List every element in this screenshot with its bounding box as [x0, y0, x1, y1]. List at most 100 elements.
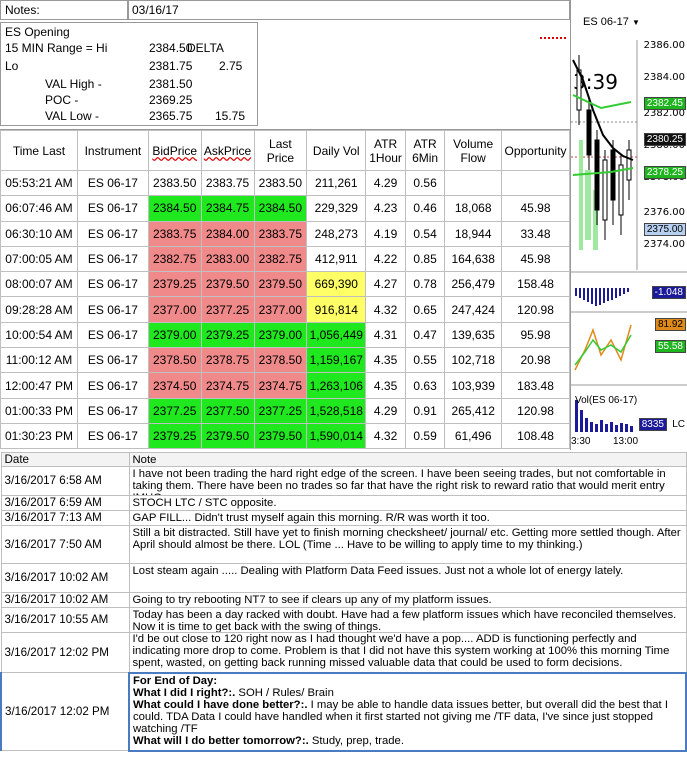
journal-row[interactable]: 3/16/2017 10:55 AM Today has been a day r…: [0, 607, 687, 633]
table-row[interactable]: 12:00:47 PM ES 06-17 2374.50 2374.75 2374.75…: [0, 372, 570, 399]
table-row[interactable]: 05:53:21 AM ES 06-17 2383.50 2383.75 2383.50…: [0, 169, 570, 197]
journal-note[interactable]: GAP FILL... Didn't trust myself again th…: [128, 510, 687, 526]
atr1-cell: 4.23: [365, 195, 406, 222]
last-cell: 2379.50: [253, 271, 308, 298]
time-cell: 06:30:10 AM: [0, 220, 78, 247]
journal-row-summary[interactable]: 3/16/2017 12:02 PM For End of Day: What I …: [0, 671, 687, 752]
journal-header: Date Note: [0, 452, 687, 467]
journal-row[interactable]: 3/16/2017 10:02 AM Lost steam again .....…: [0, 563, 687, 593]
col-date[interactable]: Date: [0, 452, 130, 467]
journal-row[interactable]: 3/16/2017 6:58 AM I have not been trading…: [0, 466, 687, 496]
atr1-cell: 4.35: [365, 372, 406, 399]
x-label: 13:00: [613, 436, 639, 447]
col-ask[interactable]: AskPrice: [200, 130, 255, 171]
bid-cell: 2379.25: [147, 271, 202, 298]
table-row[interactable]: 06:07:46 AM ES 06-17 2384.50 2384.75 2384.50…: [0, 195, 570, 222]
price-chart[interactable]: ES 06-17 ▼ 3:39 2386.00 2384.00 2382.00 …: [570, 0, 687, 450]
last-cell: 2382.75: [253, 245, 308, 273]
volume-flow-cell: 61,496: [444, 422, 503, 450]
range-lo-label: Lo: [5, 59, 19, 73]
atr6-cell: 0.85: [404, 245, 446, 273]
ask-cell: 2383.75: [200, 169, 255, 197]
col-ask-label: AskPrice: [203, 143, 252, 158]
instrument-cell: ES 06-17: [76, 321, 149, 349]
summary-text: For End of Day: What I did I right?:. SOH…: [133, 675, 682, 749]
journal-row[interactable]: 3/16/2017 7:13 AM GAP FILL... Didn't trus…: [0, 510, 687, 526]
spell-mark: [540, 36, 566, 39]
atr6-cell: 0.78: [404, 271, 446, 298]
table-row[interactable]: 07:00:05 AM ES 06-17 2382.75 2383.00 2382.75…: [0, 245, 570, 273]
journal-row[interactable]: 3/16/2017 10:02 AM Going to try rebooting…: [0, 592, 687, 608]
time-cell: 05:53:21 AM: [0, 169, 78, 197]
table-row[interactable]: 01:00:33 PM ES 06-17 2377.25 2377.50 2377.25…: [0, 397, 570, 424]
ask-cell: 2374.75: [200, 372, 255, 399]
daily-vol-cell: 229,329: [306, 195, 367, 222]
table-row[interactable]: 11:00:12 AM ES 06-17 2378.50 2378.75 2378.50…: [0, 347, 570, 374]
col-last[interactable]: Last Price: [253, 130, 308, 171]
atr6-cell: 0.47: [404, 321, 446, 349]
bid-cell: 2383.75: [147, 220, 202, 247]
table-row[interactable]: 01:30:23 PM ES 06-17 2379.25 2379.50 2379.50…: [0, 422, 570, 450]
volume-flow-cell: 164,638: [444, 245, 503, 273]
journal-date: 3/16/2017 12:02 PM: [0, 672, 130, 751]
q-right-answer: SOH / Rules/ Brain: [235, 686, 334, 699]
quote-table-header: Time Last Instrument BidPrice AskPrice L…: [0, 130, 570, 171]
val-high-value: 2381.50: [149, 77, 193, 91]
ask-cell: 2379.50: [200, 422, 255, 450]
journal-row[interactable]: 3/16/2017 7:50 AM Still a bit distracted.…: [0, 525, 687, 564]
journal-note[interactable]: I have not been trading the hard right e…: [128, 466, 687, 496]
q-right-label: What I did I right?:.: [133, 686, 236, 699]
journal-note[interactable]: Going to try rebooting NT7 to see if cle…: [128, 592, 687, 608]
journal-note[interactable]: STOCH LTC / STC opposite.: [128, 495, 687, 511]
table-row[interactable]: 06:30:10 AM ES 06-17 2383.75 2384.00 2383.75…: [0, 220, 570, 247]
journal-row[interactable]: 3/16/2017 12:02 PM I'd be out close to 12…: [0, 632, 687, 673]
instrument-cell: ES 06-17: [76, 169, 149, 197]
notes-date[interactable]: 03/16/17: [128, 0, 570, 20]
col-opportunity[interactable]: Opportunity: [501, 130, 570, 171]
col-note[interactable]: Note: [128, 452, 687, 467]
ask-cell: 2377.25: [200, 296, 255, 323]
instrument-cell: ES 06-17: [76, 296, 149, 323]
col-bid[interactable]: BidPrice: [147, 130, 202, 171]
time-cell: 09:28:28 AM: [0, 296, 78, 323]
col-time[interactable]: Time Last: [0, 130, 78, 171]
last-cell: 2384.50: [253, 195, 308, 222]
bid-cell: 2379.25: [147, 422, 202, 450]
atr6-cell: 0.65: [404, 296, 446, 323]
col-volume-flow[interactable]: Volume Flow: [444, 130, 503, 171]
time-cell: 12:00:47 PM: [0, 372, 78, 399]
opening-label: ES Opening: [5, 25, 70, 39]
x-label: 3:30: [571, 436, 591, 447]
opportunity-cell: 33.48: [501, 220, 570, 247]
col-atr1[interactable]: ATR 1Hour: [365, 130, 406, 171]
range-hi-value: 2384.50: [149, 41, 193, 55]
opportunity-cell: 108.48: [501, 422, 570, 450]
journal-note[interactable]: Lost steam again ..... Dealing with Plat…: [128, 563, 687, 593]
journal-note-text: I have not been trading the hard right e…: [132, 467, 666, 495]
journal-row[interactable]: 3/16/2017 6:59 AM STOCH LTC / STC opposit…: [0, 495, 687, 511]
q-tomorrow-label: What will I do better tomorrow?:.: [133, 734, 309, 747]
range-lo-value: 2381.75: [149, 59, 193, 73]
journal-note[interactable]: For End of Day: What I did I right?:. SOH…: [128, 671, 687, 752]
ask-cell: 2377.50: [200, 397, 255, 424]
instrument-cell: ES 06-17: [76, 422, 149, 450]
journal-date: 3/16/2017 7:13 AM: [0, 510, 130, 526]
atr1-cell: 4.19: [365, 220, 406, 247]
journal-note[interactable]: I'd be out close to 120 right now as I h…: [128, 632, 687, 673]
poc-label: POC -: [45, 93, 79, 107]
daily-vol-cell: 1,263,106: [306, 372, 367, 399]
journal-note[interactable]: Still a bit distracted. Still have yet t…: [128, 525, 687, 564]
journal-note-text: STOCH LTC / STC opposite.: [132, 496, 277, 509]
table-row[interactable]: 08:00:07 AM ES 06-17 2379.25 2379.50 2379.50…: [0, 271, 570, 298]
journal-note-text: I'd be out close to 120 right now as I h…: [132, 633, 670, 670]
col-daily-vol[interactable]: Daily Vol: [306, 130, 367, 171]
summary-heading: For End of Day:: [133, 674, 218, 687]
journal-note[interactable]: Today has been a day racked with doubt. …: [128, 607, 687, 633]
table-row[interactable]: 10:00:54 AM ES 06-17 2379.00 2379.25 2379.00…: [0, 321, 570, 349]
val-low-label: VAL Low -: [45, 109, 100, 123]
col-instrument[interactable]: Instrument: [76, 130, 149, 171]
col-atr6[interactable]: ATR 6Min: [404, 130, 446, 171]
value-area-tag: 2375.00: [643, 223, 686, 236]
table-row[interactable]: 09:28:28 AM ES 06-17 2377.00 2377.25 2377.00…: [0, 296, 570, 323]
quote-table: Time Last Instrument BidPrice AskPrice L…: [0, 130, 570, 450]
